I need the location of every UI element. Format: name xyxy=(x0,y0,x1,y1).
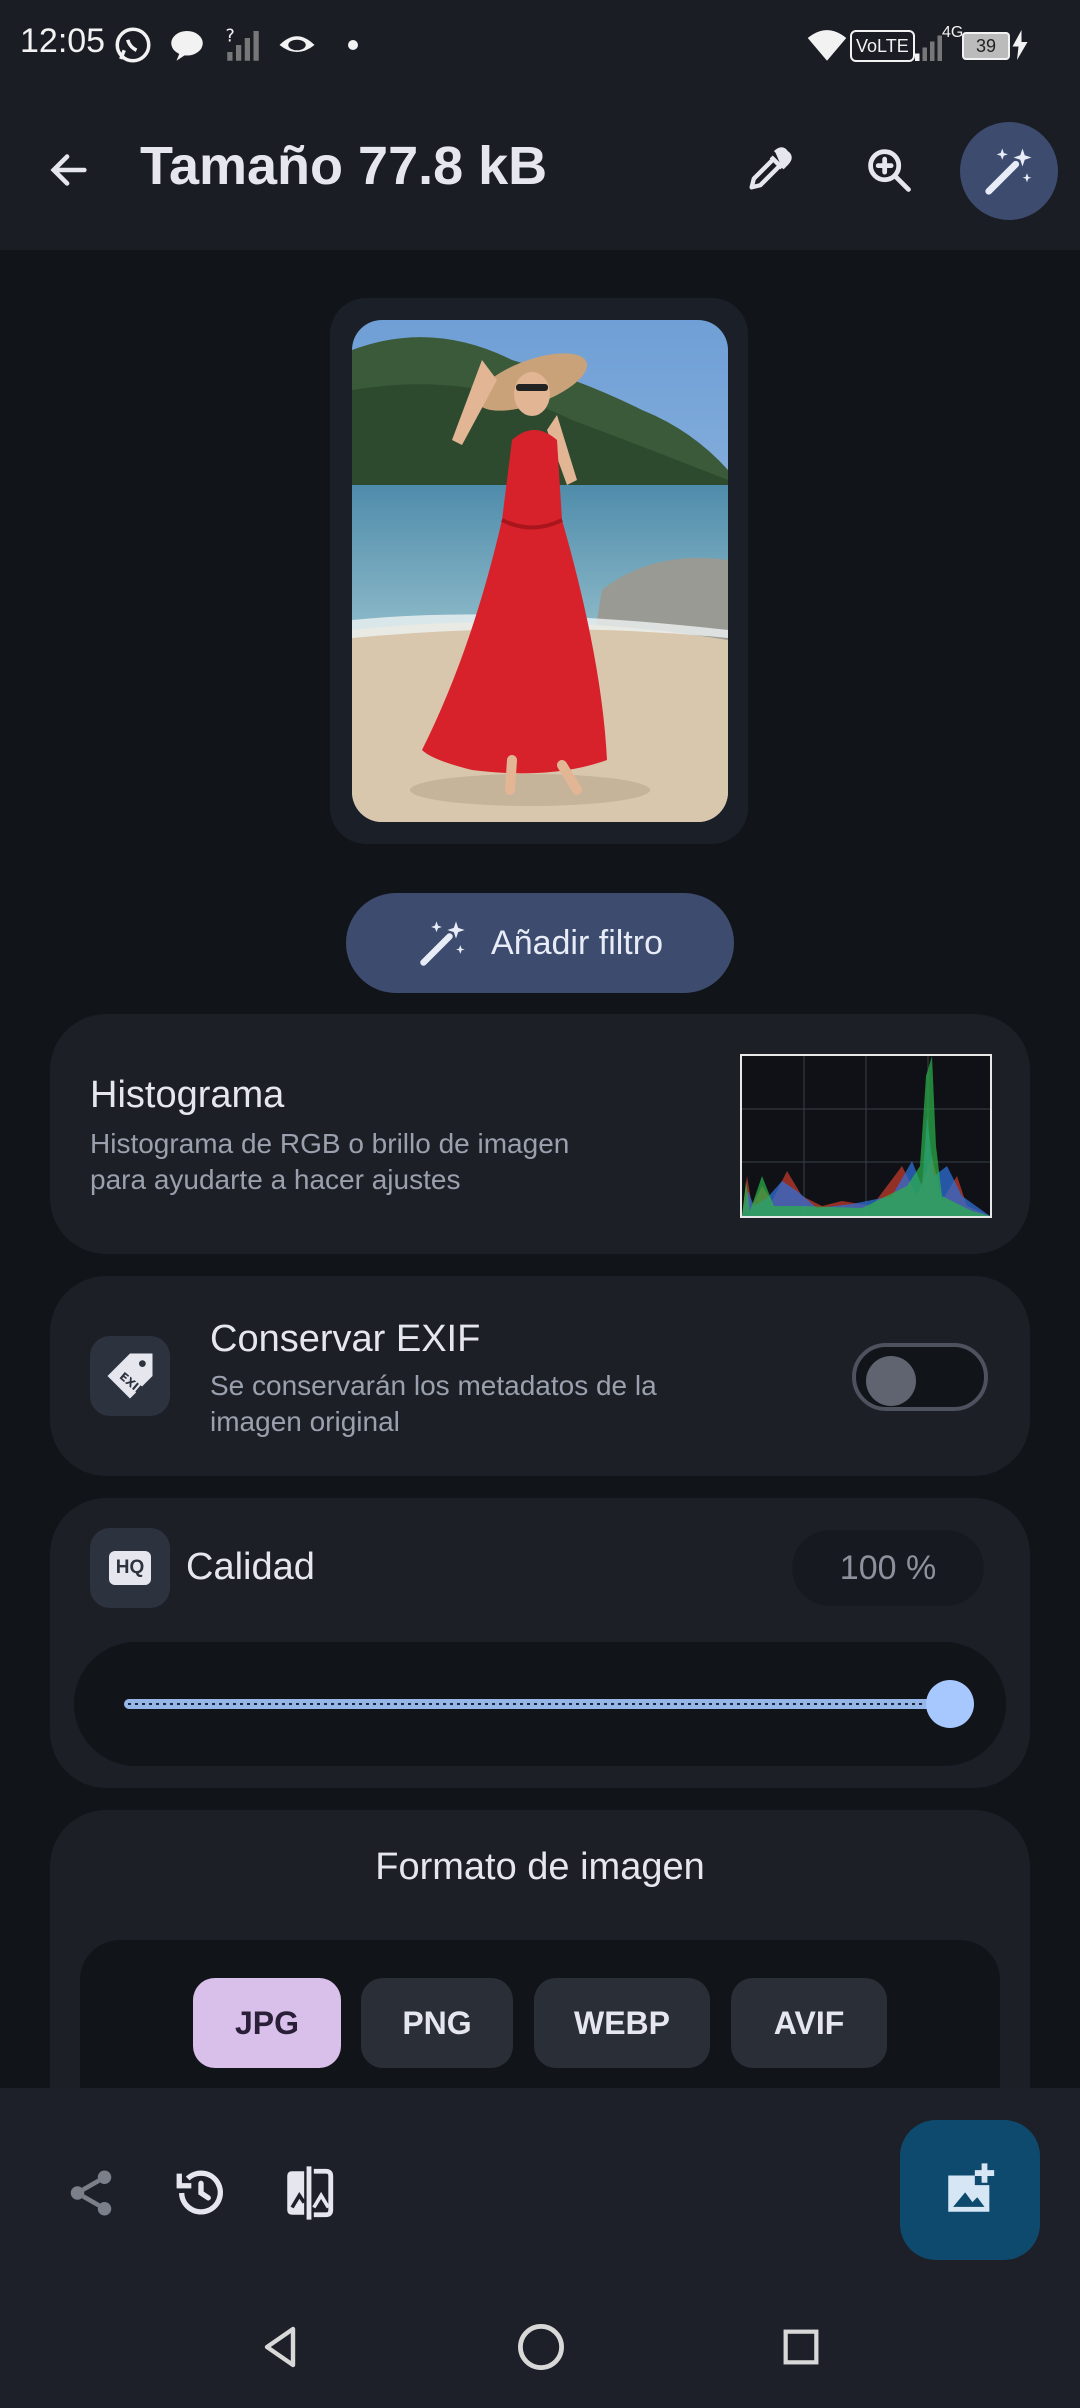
nav-recents-square-icon xyxy=(783,2329,819,2365)
compare-icon xyxy=(287,2166,334,2220)
exif-toggle[interactable] xyxy=(852,1343,988,1411)
quality-slider-thumb[interactable] xyxy=(926,1680,974,1728)
hq-icon: HQ xyxy=(90,1528,170,1608)
nav-back-button[interactable] xyxy=(236,2302,326,2392)
histogram-subtitle-1: Histograma de RGB o brillo de imagen xyxy=(90,1128,570,1159)
charging-bolt-icon xyxy=(1012,30,1028,60)
svg-text:?: ? xyxy=(226,27,235,47)
compare-button[interactable] xyxy=(264,2148,354,2238)
hq-badge: HQ xyxy=(109,1551,151,1585)
magic-wand-icon xyxy=(420,921,465,966)
histogram-subtitle-2: para ayudarte a hacer ajustes xyxy=(90,1164,461,1195)
zoom-in-icon xyxy=(868,149,911,192)
arrow-back-icon xyxy=(50,154,87,186)
battery-indicator: 39 xyxy=(962,32,1010,60)
share-icon xyxy=(70,2170,112,2216)
status-time: 12:05 xyxy=(20,22,106,60)
exif-subtitle-2: imagen original xyxy=(210,1406,400,1437)
history-icon xyxy=(176,2170,223,2215)
add-filter-button[interactable]: Añadir filtro xyxy=(346,893,734,993)
nav-recents-button[interactable] xyxy=(756,2302,846,2392)
exif-icon: EXIF xyxy=(90,1336,170,1416)
nav-back-triangle-icon xyxy=(264,2326,296,2368)
history-button[interactable] xyxy=(156,2148,246,2238)
quality-value[interactable]: 100 % xyxy=(792,1530,984,1606)
auto-enhance-button[interactable] xyxy=(960,122,1058,220)
status-bar: 12:05 ? VoLTE 4G 39 xyxy=(0,0,1080,92)
zoom-button[interactable] xyxy=(844,125,934,215)
format-chip-avif[interactable]: AVIF xyxy=(731,1978,887,2068)
exif-tag-icon: EXIF xyxy=(107,1353,153,1399)
preview-photo xyxy=(352,320,728,822)
exif-subtitle-1: Se conservarán los metadatos de la xyxy=(210,1370,657,1401)
format-chip-webp[interactable]: WEBP xyxy=(534,1978,710,2068)
back-button[interactable] xyxy=(24,125,114,215)
add-photo-icon xyxy=(948,2163,995,2212)
slider-tick-marks xyxy=(128,1703,946,1705)
eyedropper-icon xyxy=(749,147,792,190)
volte-badge: VoLTE xyxy=(850,30,915,62)
format-chip-jpg[interactable]: JPG xyxy=(193,1978,341,2068)
nav-home-button[interactable] xyxy=(496,2302,586,2392)
signal-unknown-icon: ? xyxy=(226,27,259,61)
format-chip-png[interactable]: PNG xyxy=(361,1978,513,2068)
magic-wand-icon xyxy=(985,148,1032,195)
chat-bubble-icon xyxy=(171,31,203,61)
format-title: Formato de imagen xyxy=(375,1846,705,1888)
notification-dot xyxy=(348,40,358,50)
quality-slider-track[interactable] xyxy=(124,1699,950,1709)
histogram-title: Histograma xyxy=(90,1074,285,1116)
share-button[interactable] xyxy=(46,2148,136,2238)
page-title: Tamaño 77.8 kB xyxy=(140,136,548,196)
histogram-preview xyxy=(740,1054,992,1218)
wifi-icon xyxy=(807,30,847,61)
image-preview[interactable] xyxy=(352,320,728,822)
pick-image-fab[interactable] xyxy=(900,2120,1040,2260)
quality-title: Calidad xyxy=(186,1546,315,1588)
histogram-graph xyxy=(742,1056,990,1216)
add-filter-label: Añadir filtro xyxy=(491,923,663,962)
whatsapp-icon xyxy=(115,27,151,63)
exif-toggle-knob xyxy=(866,1356,916,1406)
eyedropper-button[interactable] xyxy=(724,125,814,215)
nav-home-circle-icon xyxy=(518,2324,564,2370)
exif-title: Conservar EXIF xyxy=(210,1318,481,1360)
eye-comfort-icon xyxy=(279,36,315,52)
cell-signal-icon xyxy=(915,35,942,61)
